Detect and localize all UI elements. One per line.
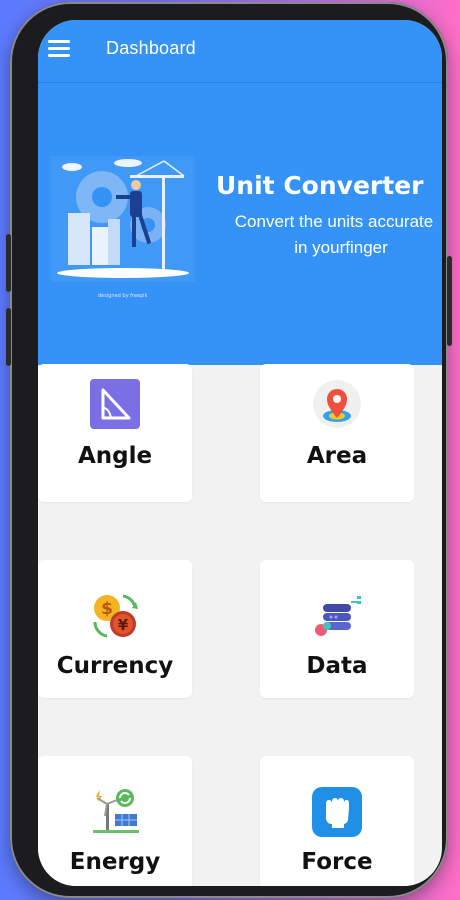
currency-exchange-icon: $ ¥	[93, 594, 138, 638]
hero-banner: designed by freepik Unit Converter Conve…	[38, 83, 442, 365]
category-card-force[interactable]: Force	[260, 756, 414, 886]
category-label: Energy	[69, 849, 161, 875]
category-label: Currency	[56, 653, 174, 679]
hamburger-menu-icon[interactable]	[48, 40, 70, 58]
category-grid: Angle Area $ ¥ Currency Data Energy Forc…	[38, 364, 442, 886]
hero-subtitle-line-2: in yourfinger	[294, 238, 388, 257]
screen: Dashboard designed by freepik Unit Conve…	[38, 20, 442, 886]
hero-subtitle: Convert the units accurate in yourfinger	[204, 209, 442, 261]
map-pin-icon	[313, 380, 361, 428]
category-card-energy[interactable]: Energy	[38, 756, 192, 886]
category-card-data[interactable]: Data	[260, 560, 414, 698]
angle-triangle-icon	[90, 379, 140, 429]
volume-down-button	[6, 308, 11, 366]
category-card-angle[interactable]: Angle	[38, 364, 192, 502]
category-card-area[interactable]: Area	[260, 364, 414, 502]
database-icon	[315, 596, 361, 636]
power-button	[447, 256, 452, 346]
category-card-currency[interactable]: $ ¥ Currency	[38, 560, 192, 698]
hero-title: Unit Converter	[216, 171, 424, 200]
category-label: Angle	[77, 443, 153, 469]
svg-text:$: $	[101, 599, 113, 619]
category-label: Area	[306, 443, 368, 469]
phone-frame: Dashboard designed by freepik Unit Conve…	[6, 2, 452, 898]
worker-illustration: designed by freepik	[51, 156, 195, 299]
category-label: Data	[306, 653, 368, 679]
fist-icon	[312, 787, 362, 837]
hero-subtitle-line-1: Convert the units accurate	[234, 212, 434, 231]
page-title: Dashboard	[106, 38, 196, 58]
svg-text:designed by freepik: designed by freepik	[98, 293, 148, 299]
category-label: Force	[301, 849, 373, 875]
app-bar: Dashboard	[38, 20, 442, 83]
volume-up-button	[6, 234, 11, 292]
wind-solar-energy-icon	[93, 789, 139, 833]
svg-text:¥: ¥	[118, 616, 129, 634]
